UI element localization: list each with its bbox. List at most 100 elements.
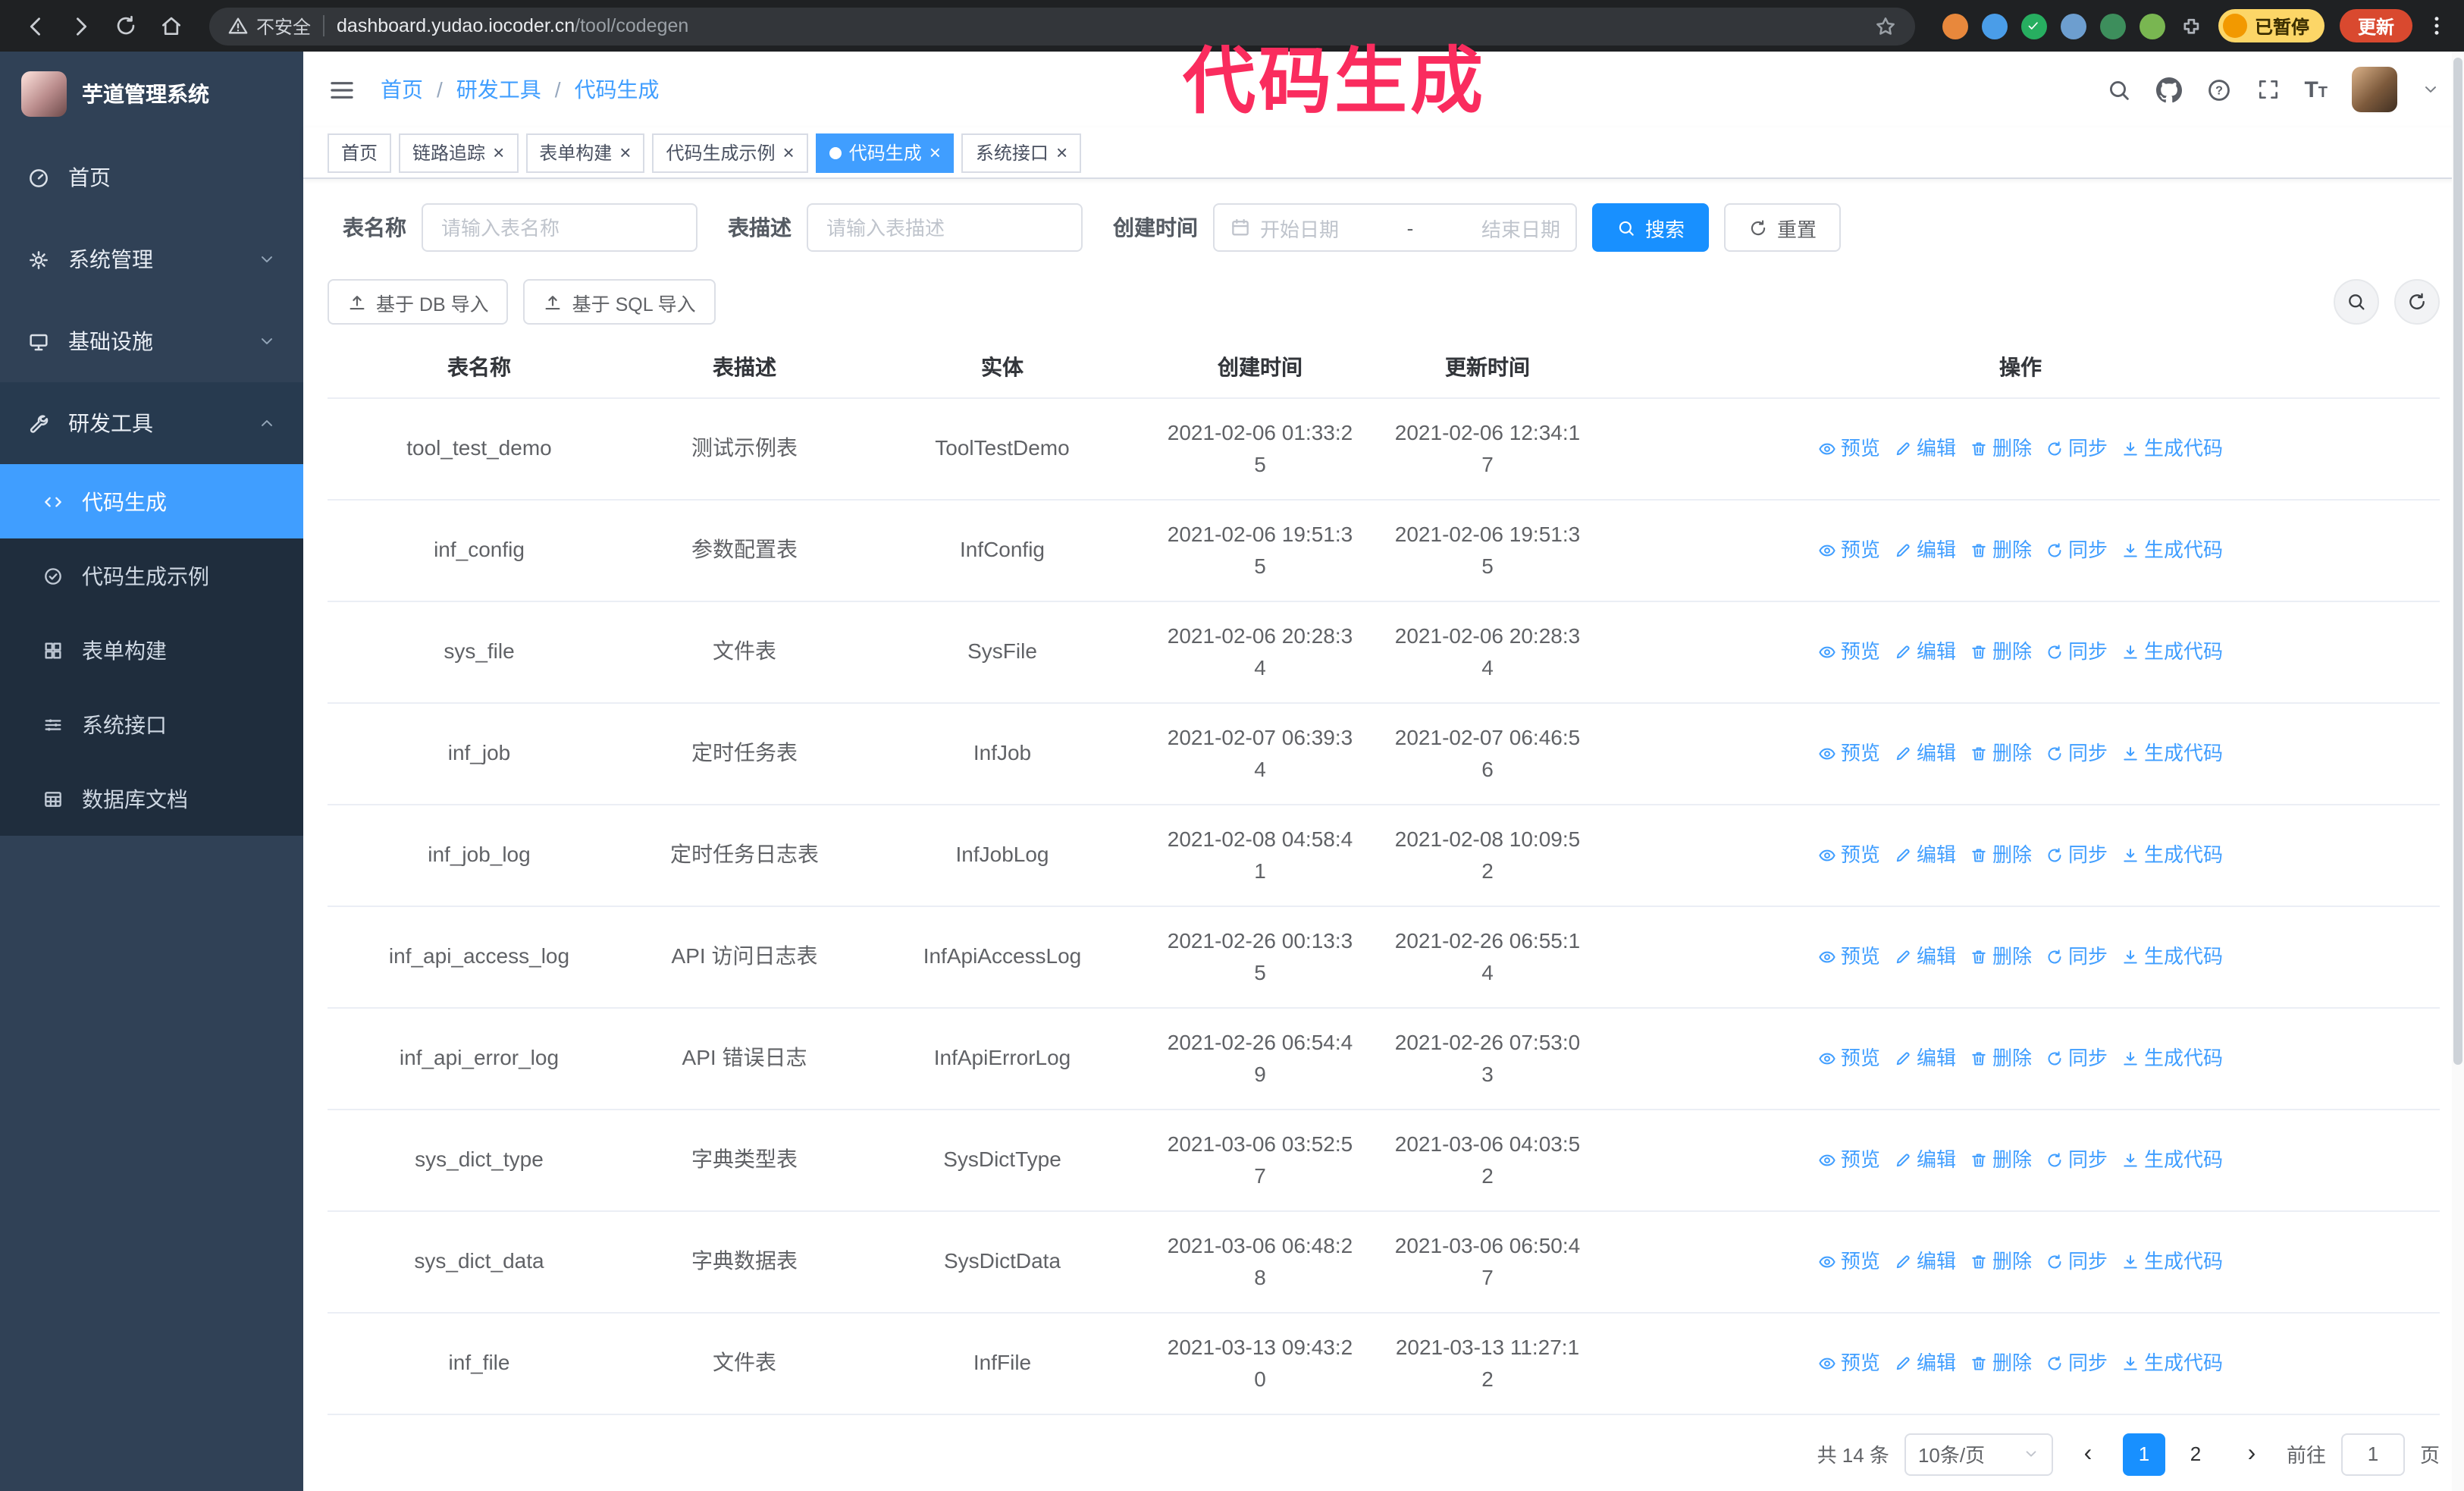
sidebar-subitem[interactable]: 数据库文档 (0, 761, 303, 836)
delete-link[interactable]: 删除 (1970, 839, 2032, 871)
delete-link[interactable]: 删除 (1970, 1347, 2032, 1379)
font-size-icon[interactable]: TT (2304, 77, 2328, 102)
forward-icon[interactable] (61, 6, 100, 46)
tab[interactable]: 链路追踪 × (399, 133, 519, 172)
extension-icon[interactable] (1981, 13, 2008, 39)
security-warning[interactable]: 不安全 (227, 13, 311, 39)
date-range-picker[interactable]: 开始日期 - 结束日期 (1213, 203, 1577, 252)
scrollbar-thumb[interactable] (2453, 58, 2462, 1066)
preview-link[interactable]: 预览 (1818, 1347, 1880, 1379)
sidebar-subitem[interactable]: 表单构建 (0, 613, 303, 687)
scrollbar[interactable] (2452, 52, 2464, 1491)
preview-link[interactable]: 预览 (1818, 432, 1880, 464)
fullscreen-icon[interactable] (2256, 77, 2280, 102)
profile-paused-chip[interactable]: 已暂停 (2218, 9, 2324, 42)
extension-icon[interactable] (2099, 13, 2126, 39)
generate-code-link[interactable]: 生成代码 (2121, 1042, 2223, 1074)
next-page-button[interactable]: › (2232, 1433, 2271, 1475)
edit-link[interactable]: 编辑 (1894, 1245, 1956, 1277)
table-name-input[interactable] (422, 203, 698, 252)
puzzle-icon[interactable] (2179, 14, 2203, 38)
edit-link[interactable]: 编辑 (1894, 636, 1956, 667)
preview-link[interactable]: 预览 (1818, 940, 1880, 972)
import-db-button[interactable]: 基于 DB 导入 (328, 279, 509, 325)
delete-link[interactable]: 删除 (1970, 534, 2032, 566)
sidebar-item[interactable]: 首页 (0, 137, 303, 218)
tab-close-icon[interactable]: × (619, 143, 631, 162)
edit-link[interactable]: 编辑 (1894, 432, 1956, 464)
preview-link[interactable]: 预览 (1818, 534, 1880, 566)
sync-link[interactable]: 同步 (2045, 1245, 2108, 1277)
extension-icon[interactable] (2020, 13, 2047, 39)
edit-link[interactable]: 编辑 (1894, 1347, 1956, 1379)
breadcrumb-item[interactable]: 首页 (381, 74, 423, 105)
delete-link[interactable]: 删除 (1970, 636, 2032, 667)
preview-link[interactable]: 预览 (1818, 1042, 1880, 1074)
edit-link[interactable]: 编辑 (1894, 534, 1956, 566)
tab-close-icon[interactable]: × (783, 143, 795, 162)
sync-link[interactable]: 同步 (2045, 432, 2108, 464)
hamburger-icon[interactable] (328, 75, 356, 104)
sync-link[interactable]: 同步 (2045, 839, 2108, 871)
update-button[interactable]: 更新 (2339, 9, 2412, 42)
refresh-button[interactable] (2394, 279, 2440, 325)
breadcrumb-item[interactable]: 研发工具 (456, 74, 541, 105)
sidebar-item[interactable]: 基础设施 (0, 300, 303, 382)
generate-code-link[interactable]: 生成代码 (2121, 1347, 2223, 1379)
sync-link[interactable]: 同步 (2045, 1347, 2108, 1379)
user-avatar[interactable] (2352, 67, 2397, 112)
delete-link[interactable]: 删除 (1970, 1144, 2032, 1176)
tab-close-icon[interactable]: × (1056, 143, 1067, 162)
edit-link[interactable]: 编辑 (1894, 839, 1956, 871)
tab-close-icon[interactable]: × (929, 143, 941, 162)
sync-link[interactable]: 同步 (2045, 534, 2108, 566)
github-icon[interactable] (2155, 77, 2182, 102)
prev-page-button[interactable]: ‹ (2068, 1433, 2108, 1475)
search-button[interactable]: 搜索 (1592, 203, 1710, 252)
generate-code-link[interactable]: 生成代码 (2121, 636, 2223, 667)
delete-link[interactable]: 删除 (1970, 940, 2032, 972)
logo[interactable]: 芋道管理系统 (0, 52, 303, 137)
sync-link[interactable]: 同步 (2045, 636, 2108, 667)
sidebar-subitem[interactable]: 系统接口 (0, 687, 303, 761)
delete-link[interactable]: 删除 (1970, 737, 2032, 769)
address-bar[interactable]: 不安全 dashboard.yudao.iocoder.cn/tool/code… (209, 7, 1915, 45)
edit-link[interactable]: 编辑 (1894, 737, 1956, 769)
page-button-2[interactable]: 2 (2174, 1433, 2217, 1475)
tab[interactable]: 表单构建 × (525, 133, 645, 172)
page-size-select[interactable]: 10条/页 (1904, 1433, 2053, 1475)
delete-link[interactable]: 删除 (1970, 432, 2032, 464)
generate-code-link[interactable]: 生成代码 (2121, 839, 2223, 871)
delete-link[interactable]: 删除 (1970, 1245, 2032, 1277)
sidebar-item[interactable]: 研发工具 (0, 382, 303, 464)
sidebar-subitem[interactable]: 代码生成示例 (0, 538, 303, 613)
sidebar-subitem[interactable]: 代码生成 (0, 464, 303, 538)
sync-link[interactable]: 同步 (2045, 940, 2108, 972)
edit-link[interactable]: 编辑 (1894, 1042, 1956, 1074)
reset-button[interactable]: 重置 (1724, 203, 1842, 252)
preview-link[interactable]: 预览 (1818, 636, 1880, 667)
goto-page-input[interactable] (2340, 1433, 2405, 1475)
page-button-1[interactable]: 1 (2122, 1433, 2165, 1475)
generate-code-link[interactable]: 生成代码 (2121, 940, 2223, 972)
home-icon[interactable] (152, 6, 191, 46)
reload-icon[interactable] (106, 6, 146, 46)
preview-link[interactable]: 预览 (1818, 737, 1880, 769)
search-icon[interactable] (2105, 77, 2131, 102)
tab-close-icon[interactable]: × (493, 143, 504, 162)
bookmark-star-icon[interactable] (1874, 14, 1897, 37)
back-icon[interactable] (15, 6, 55, 46)
extension-icon[interactable] (2139, 13, 2165, 39)
sync-link[interactable]: 同步 (2045, 737, 2108, 769)
edit-link[interactable]: 编辑 (1894, 1144, 1956, 1176)
preview-link[interactable]: 预览 (1818, 839, 1880, 871)
tab[interactable]: 系统接口 × (961, 133, 1082, 172)
sync-link[interactable]: 同步 (2045, 1042, 2108, 1074)
generate-code-link[interactable]: 生成代码 (2121, 1144, 2223, 1176)
browser-menu-icon[interactable] (2425, 14, 2449, 38)
import-sql-button[interactable]: 基于 SQL 导入 (523, 279, 716, 325)
table-desc-input[interactable] (807, 203, 1083, 252)
generate-code-link[interactable]: 生成代码 (2121, 534, 2223, 566)
preview-link[interactable]: 预览 (1818, 1144, 1880, 1176)
generate-code-link[interactable]: 生成代码 (2121, 432, 2223, 464)
